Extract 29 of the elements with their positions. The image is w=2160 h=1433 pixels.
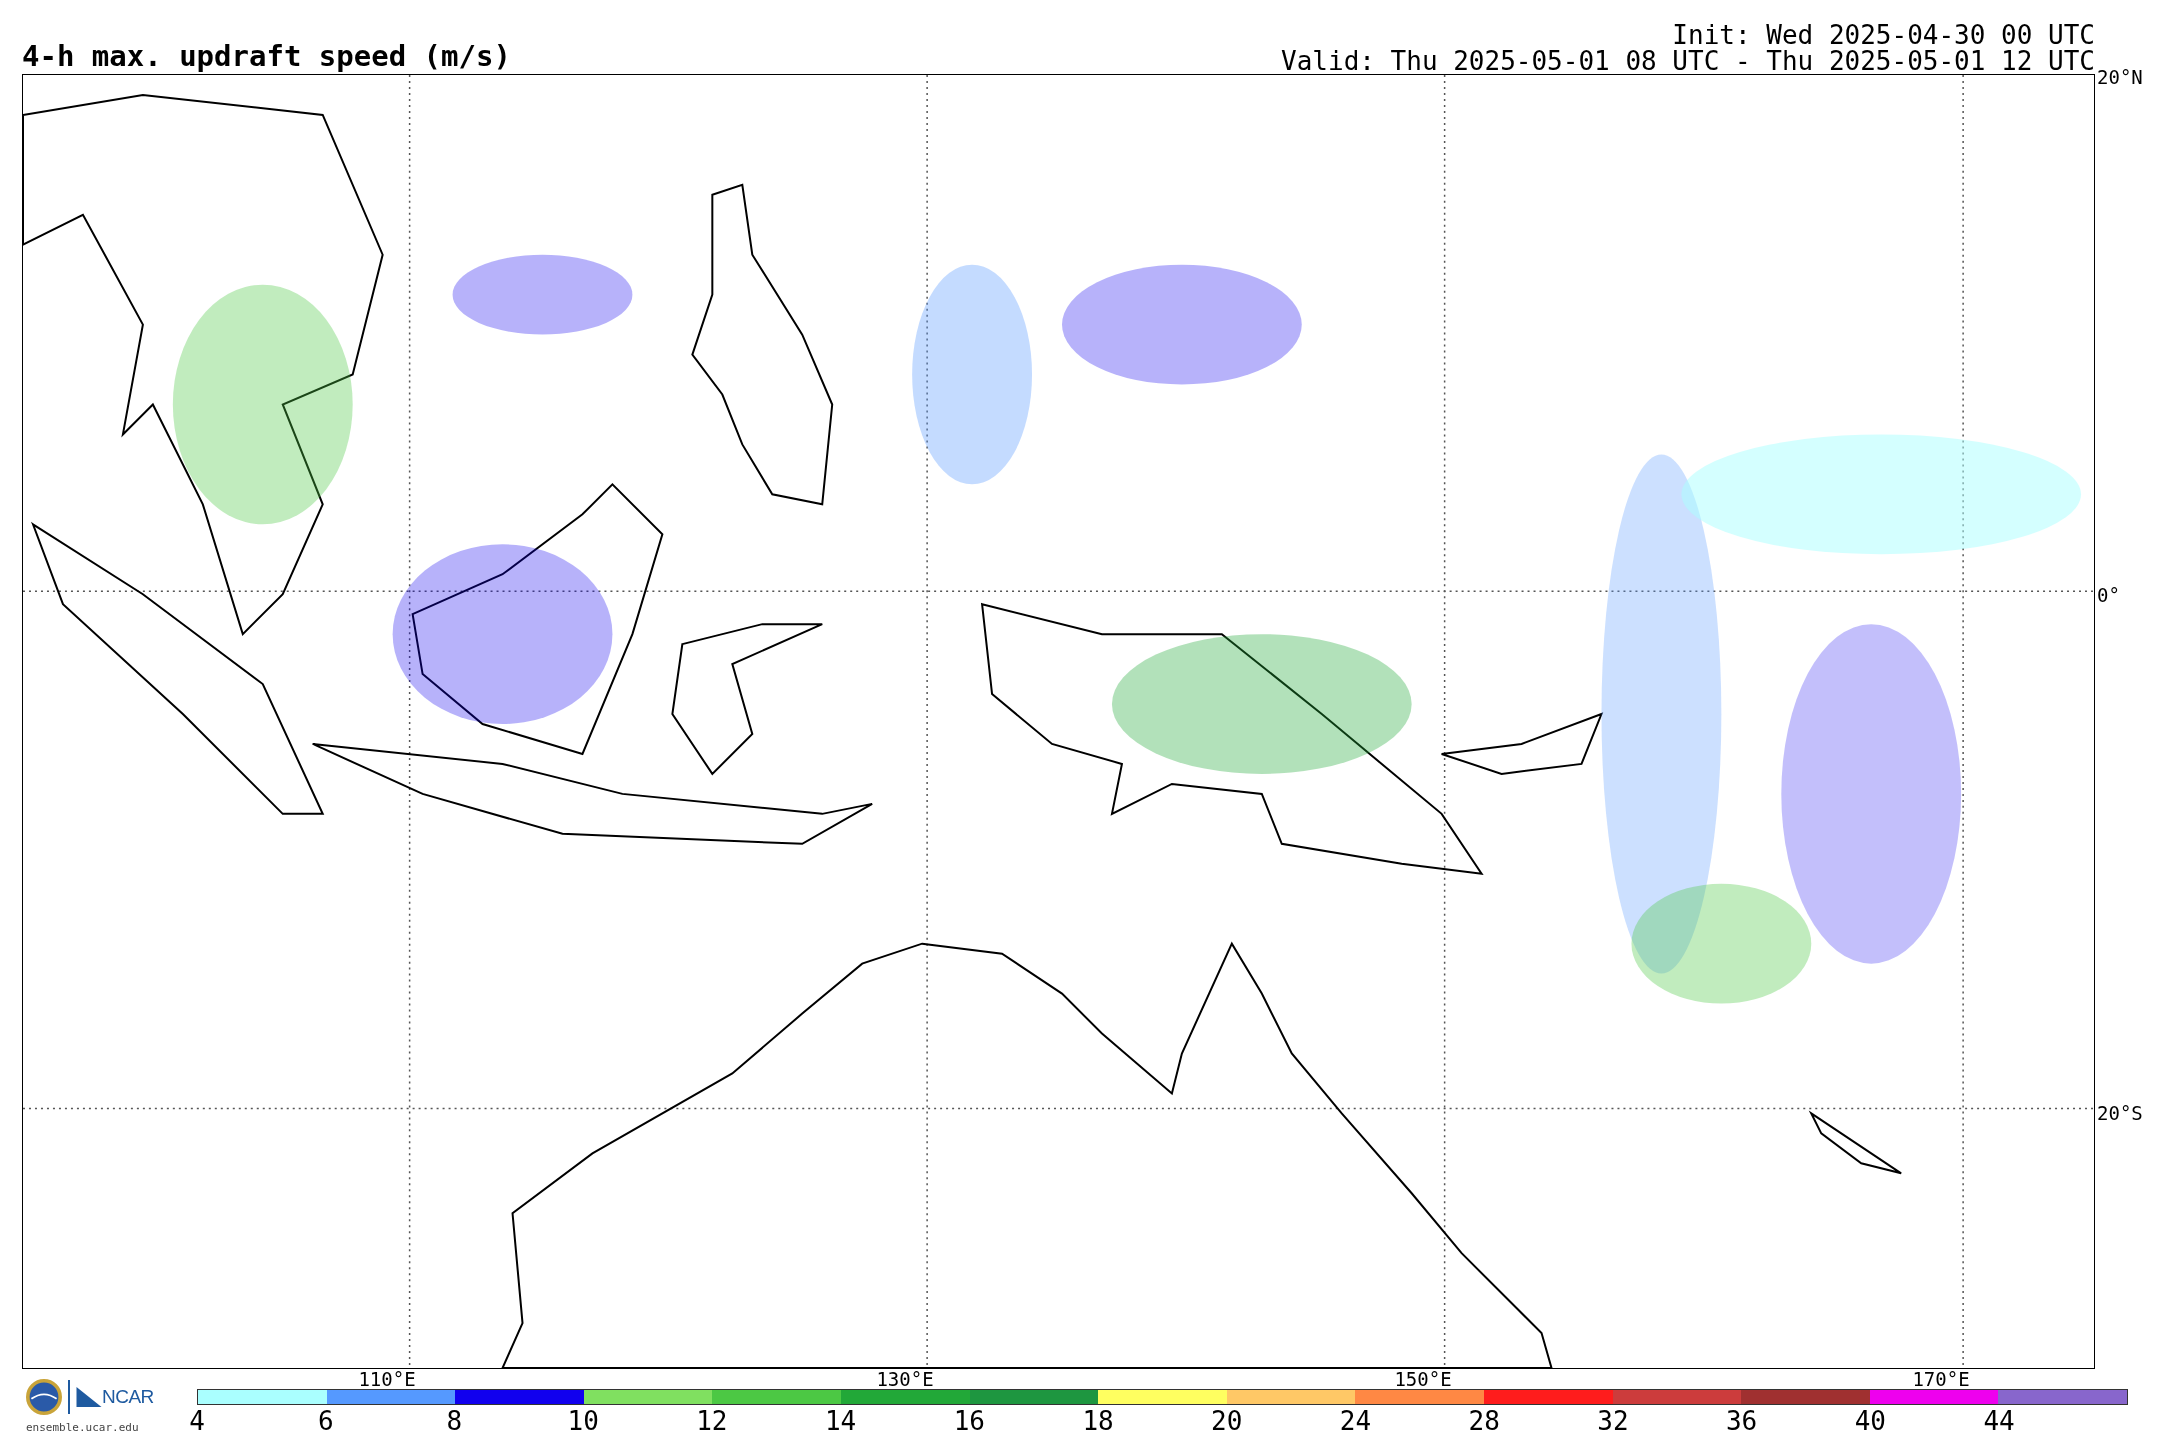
website-url: ensemble.ucar.edu	[26, 1421, 139, 1433]
colorbar-label: 40	[1854, 1405, 1886, 1433]
longitude-label: 130°E	[876, 1369, 934, 1389]
colorbar-label: 12	[696, 1405, 728, 1433]
colorbar-label: 6	[317, 1405, 334, 1433]
logo-text: NCAR	[102, 1386, 154, 1408]
longitude-label: 150°E	[1394, 1369, 1452, 1389]
colorbar-label: 4	[189, 1405, 205, 1433]
longitude-label: 170°E	[1912, 1369, 1970, 1389]
colorbar-label: 8	[446, 1405, 463, 1433]
init-time: Init: Wed 2025-04-30 00 UTC	[1672, 22, 2095, 48]
longitude-label: 110°E	[358, 1369, 416, 1389]
colorbar-label: 20	[1211, 1405, 1243, 1433]
colorbar-label: 14	[824, 1405, 857, 1433]
colorbar-label: 36	[1725, 1405, 1758, 1433]
colorbar-label: 10	[567, 1405, 599, 1433]
wave-logo-icon	[76, 1387, 102, 1407]
colorbar-label: 24	[1339, 1405, 1372, 1433]
latitude-label: 0°	[2097, 585, 2120, 605]
latitude-label: 20°N	[2097, 67, 2143, 87]
colorbar-label: 32	[1597, 1405, 1629, 1433]
colorbar-label: 16	[953, 1405, 985, 1433]
globe-logo-icon	[26, 1379, 62, 1415]
colorbar-label: 44	[1983, 1405, 2015, 1433]
chart-title: 4-h max. updraft speed (m/s)	[22, 38, 511, 74]
colorbar-label: 18	[1082, 1405, 1114, 1433]
colorbar-label: 28	[1468, 1405, 1500, 1433]
latitude-label: 20°S	[2097, 1103, 2143, 1123]
valid-time: Valid: Thu 2025-05-01 08 UTC - Thu 2025-05-01 12 UTC	[1281, 48, 2095, 74]
